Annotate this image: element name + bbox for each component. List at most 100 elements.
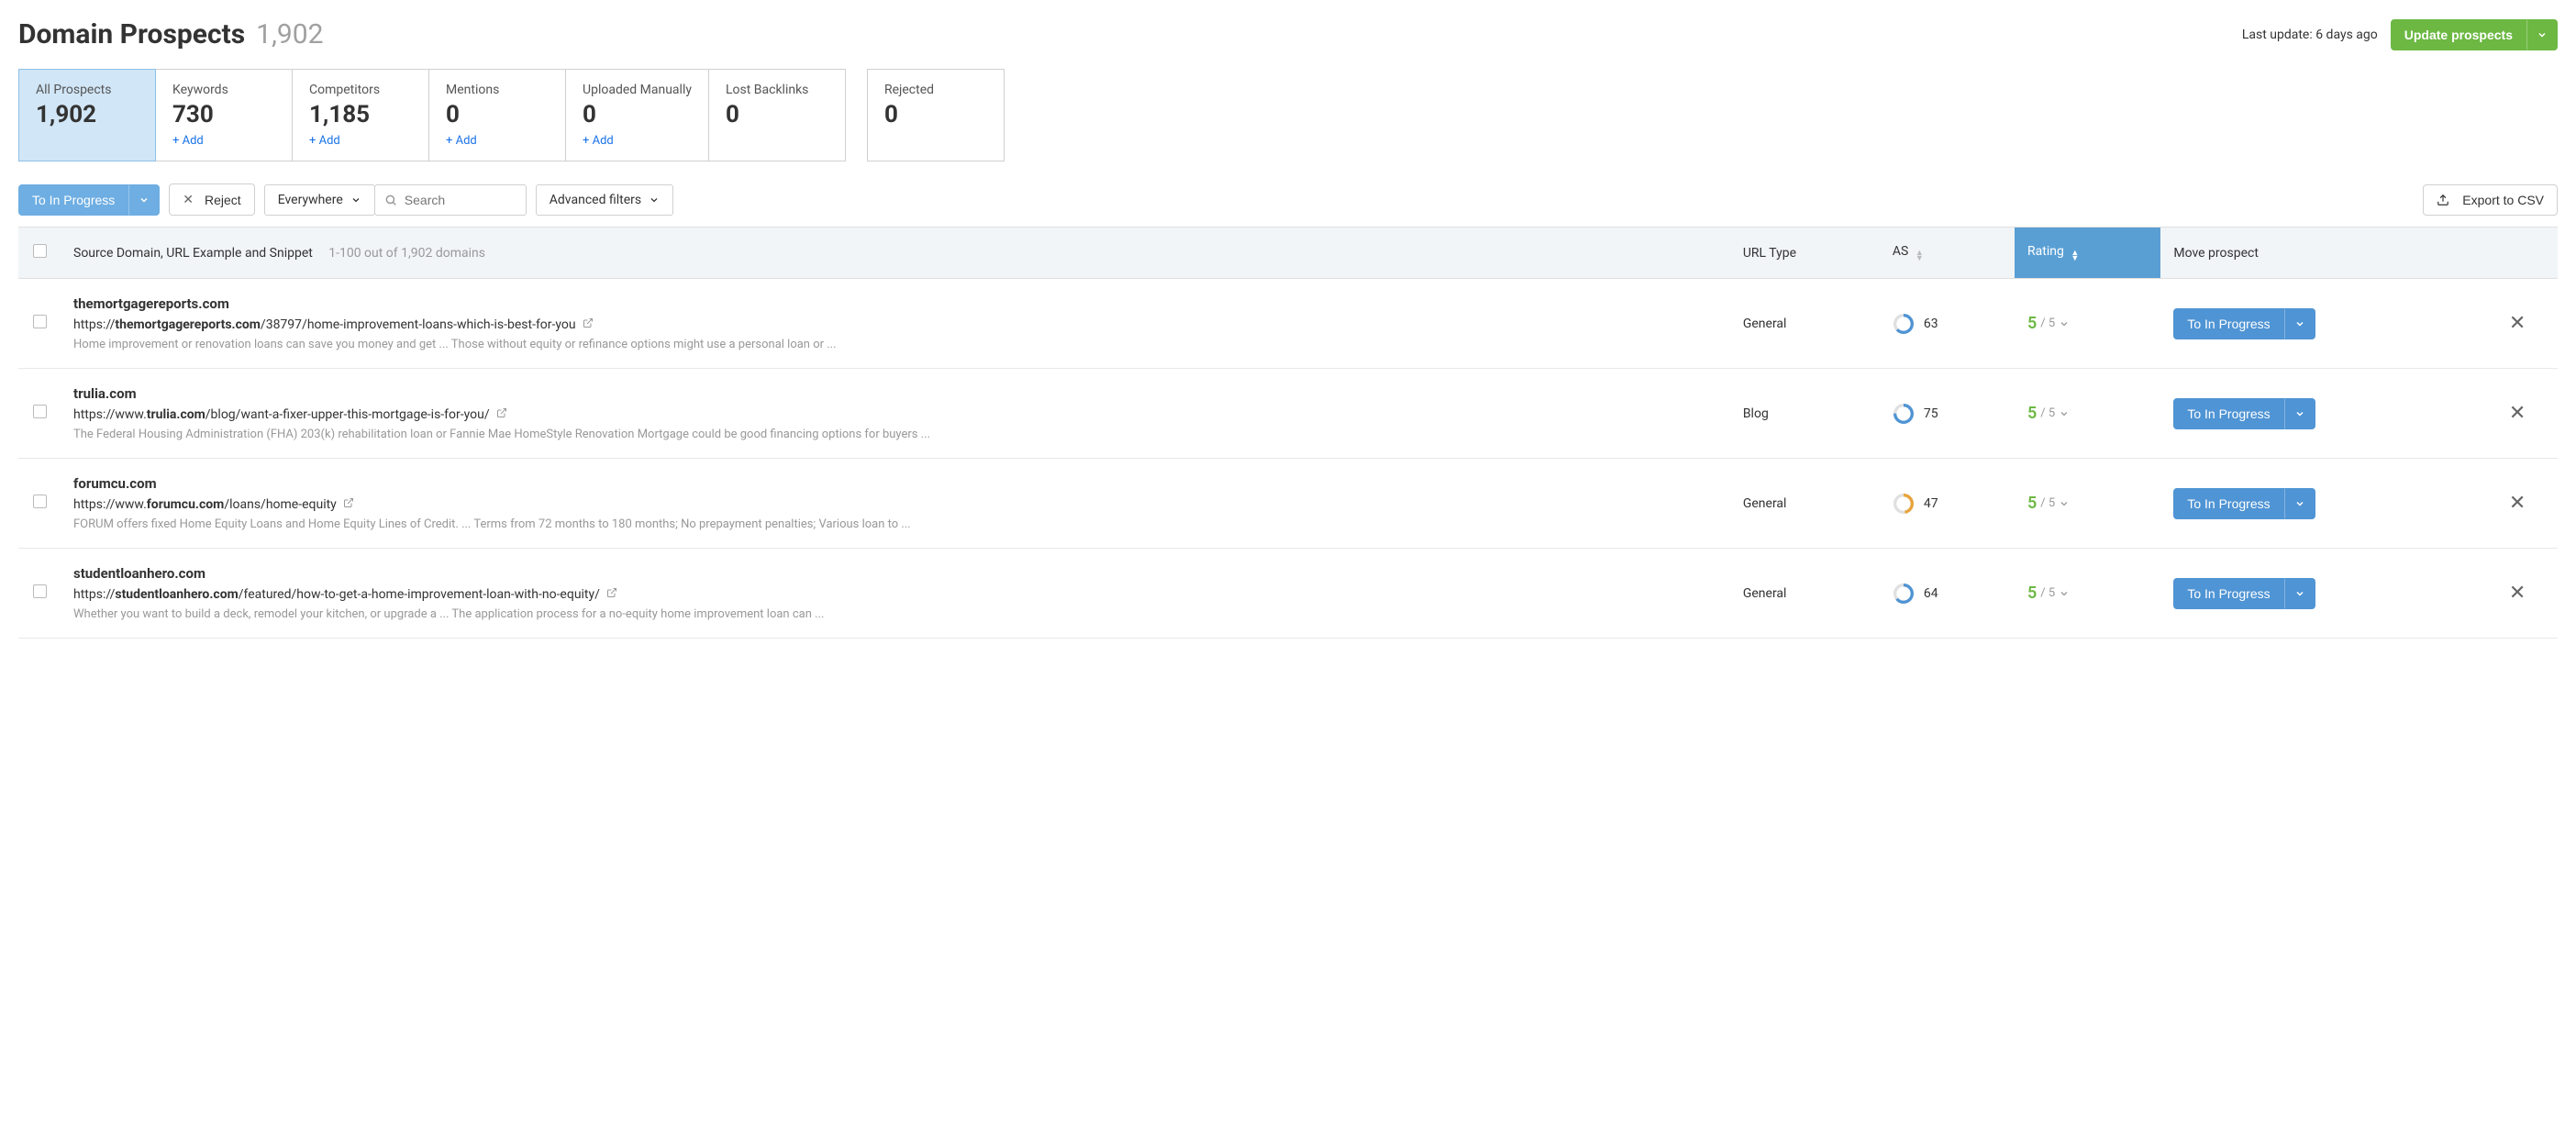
as-value: 47 bbox=[1924, 496, 1938, 511]
filter-card[interactable]: Keywords 730 + Add bbox=[155, 69, 293, 161]
row-checkbox[interactable] bbox=[33, 315, 47, 328]
prospects-table: Source Domain, URL Example and Snippet 1… bbox=[18, 227, 2558, 639]
row-checkbox[interactable] bbox=[33, 584, 47, 598]
filter-card[interactable]: Uploaded Manually 0 + Add bbox=[565, 69, 709, 161]
update-prospects-split: Update prospects bbox=[2391, 19, 2558, 50]
chevron-down-icon bbox=[2059, 498, 2070, 509]
scope-label: Everywhere bbox=[278, 193, 343, 207]
chevron-down-icon bbox=[2537, 29, 2548, 40]
rating-dropdown[interactable]: 5 / 5 bbox=[2027, 404, 2148, 423]
title-wrap: Domain Prospects 1,902 bbox=[18, 18, 324, 50]
url-example[interactable]: https://www.forumcu.com/loans/home-equit… bbox=[73, 497, 1717, 512]
row-to-in-progress-button[interactable]: To In Progress bbox=[2173, 308, 2283, 339]
chevron-down-icon bbox=[2294, 318, 2305, 329]
table-body: themortgagereports.com https://themortga… bbox=[18, 279, 2558, 639]
chevron-down-icon bbox=[649, 195, 660, 206]
url-example[interactable]: https://www.trulia.com/blog/want-a-fixer… bbox=[73, 407, 1717, 422]
card-value: 1,185 bbox=[309, 101, 412, 128]
row-move-caret[interactable] bbox=[2284, 308, 2315, 339]
table-row: studentloanhero.com https://studentloanh… bbox=[18, 549, 2558, 639]
row-remove-button[interactable]: ✕ bbox=[2477, 279, 2558, 369]
filter-card[interactable]: All Prospects 1,902 bbox=[18, 69, 156, 161]
col-remove bbox=[2477, 228, 2558, 279]
to-in-progress-split: To In Progress bbox=[18, 184, 160, 216]
update-prospects-caret[interactable] bbox=[2526, 19, 2558, 50]
url-example[interactable]: https://studentloanhero.com/featured/how… bbox=[73, 587, 1717, 602]
rating-max: / 5 bbox=[2040, 317, 2055, 330]
select-all-cell bbox=[18, 228, 61, 279]
filter-cards: All Prospects 1,902 Keywords 730 + Add C… bbox=[18, 69, 2558, 161]
domain-name: studentloanhero.com bbox=[73, 565, 1717, 582]
external-link-icon bbox=[343, 497, 354, 508]
advanced-filters-dropdown[interactable]: Advanced filters bbox=[536, 184, 673, 216]
row-move-split: To In Progress bbox=[2173, 398, 2315, 429]
filter-card[interactable]: Lost Backlinks 0 bbox=[708, 69, 846, 161]
card-label: Rejected bbox=[884, 83, 987, 97]
card-label: All Prospects bbox=[36, 83, 139, 97]
card-label: Uploaded Manually bbox=[583, 83, 692, 97]
search-input[interactable] bbox=[397, 185, 516, 215]
row-move-caret[interactable] bbox=[2284, 578, 2315, 609]
as-value: 75 bbox=[1924, 406, 1938, 421]
to-in-progress-caret[interactable] bbox=[128, 184, 160, 216]
external-link-icon bbox=[583, 317, 594, 328]
col-source-sub: 1-100 out of 1,902 domains bbox=[328, 246, 485, 261]
reject-label: Reject bbox=[205, 193, 241, 207]
reject-button[interactable]: ✕ Reject bbox=[169, 183, 254, 216]
card-add-link[interactable]: + Add bbox=[583, 134, 692, 148]
sort-icon: ▲▼ bbox=[2071, 250, 2079, 261]
as-cell: 75 bbox=[1893, 403, 2002, 425]
col-as[interactable]: AS ▲▼ bbox=[1880, 228, 2015, 279]
filter-card[interactable]: Rejected 0 bbox=[867, 69, 1005, 161]
page-title-count: 1,902 bbox=[256, 18, 323, 50]
table-head: Source Domain, URL Example and Snippet 1… bbox=[18, 228, 2558, 279]
rating-dropdown[interactable]: 5 / 5 bbox=[2027, 314, 2148, 333]
row-remove-button[interactable]: ✕ bbox=[2477, 459, 2558, 549]
table-row: forumcu.com https://www.forumcu.com/loan… bbox=[18, 459, 2558, 549]
rating-dropdown[interactable]: 5 / 5 bbox=[2027, 584, 2148, 603]
domain-name: forumcu.com bbox=[73, 475, 1717, 492]
row-checkbox[interactable] bbox=[33, 495, 47, 508]
to-in-progress-button[interactable]: To In Progress bbox=[18, 184, 128, 216]
export-icon bbox=[2437, 194, 2449, 206]
card-add-link[interactable]: + Add bbox=[309, 134, 412, 148]
card-label: Keywords bbox=[172, 83, 275, 97]
rating-max: / 5 bbox=[2040, 586, 2055, 600]
page-title: Domain Prospects bbox=[18, 18, 245, 50]
col-source-label: Source Domain, URL Example and Snippet bbox=[73, 246, 313, 261]
row-move-caret[interactable] bbox=[2284, 488, 2315, 519]
url-example[interactable]: https://themortgagereports.com/38797/hom… bbox=[73, 317, 1717, 332]
chevron-down-icon bbox=[2294, 588, 2305, 599]
col-urltype: URL Type bbox=[1730, 228, 1880, 279]
chevron-down-icon bbox=[350, 195, 361, 206]
row-remove-button[interactable]: ✕ bbox=[2477, 369, 2558, 459]
chevron-down-icon bbox=[2059, 408, 2070, 419]
row-checkbox[interactable] bbox=[33, 405, 47, 418]
snippet: The Federal Housing Administration (FHA)… bbox=[73, 428, 1717, 441]
card-label: Lost Backlinks bbox=[726, 83, 828, 97]
snippet: Home improvement or renovation loans can… bbox=[73, 338, 1717, 351]
row-to-in-progress-button[interactable]: To In Progress bbox=[2173, 398, 2283, 429]
row-to-in-progress-button[interactable]: To In Progress bbox=[2173, 488, 2283, 519]
export-csv-button[interactable]: Export to CSV bbox=[2423, 184, 2558, 216]
col-rating[interactable]: Rating ▲▼ bbox=[2015, 228, 2160, 279]
toolbar: To In Progress ✕ Reject Everywhere Advan… bbox=[18, 183, 2558, 216]
chevron-down-icon bbox=[2059, 588, 2070, 599]
card-value: 1,902 bbox=[36, 101, 139, 128]
card-add-link[interactable]: + Add bbox=[446, 134, 549, 148]
scope-dropdown[interactable]: Everywhere bbox=[264, 184, 375, 216]
external-link-icon bbox=[606, 587, 617, 598]
select-all-checkbox[interactable] bbox=[33, 244, 47, 258]
filter-card[interactable]: Competitors 1,185 + Add bbox=[292, 69, 429, 161]
card-value: 0 bbox=[446, 101, 549, 128]
card-add-link[interactable]: + Add bbox=[172, 134, 275, 148]
rating-value: 5 bbox=[2027, 404, 2037, 423]
update-prospects-button[interactable]: Update prospects bbox=[2391, 19, 2526, 50]
as-cell: 63 bbox=[1893, 313, 2002, 335]
row-to-in-progress-button[interactable]: To In Progress bbox=[2173, 578, 2283, 609]
filter-card[interactable]: Mentions 0 + Add bbox=[428, 69, 566, 161]
rating-dropdown[interactable]: 5 / 5 bbox=[2027, 494, 2148, 513]
as-ring-icon bbox=[1893, 583, 1915, 605]
row-remove-button[interactable]: ✕ bbox=[2477, 549, 2558, 639]
row-move-caret[interactable] bbox=[2284, 398, 2315, 429]
